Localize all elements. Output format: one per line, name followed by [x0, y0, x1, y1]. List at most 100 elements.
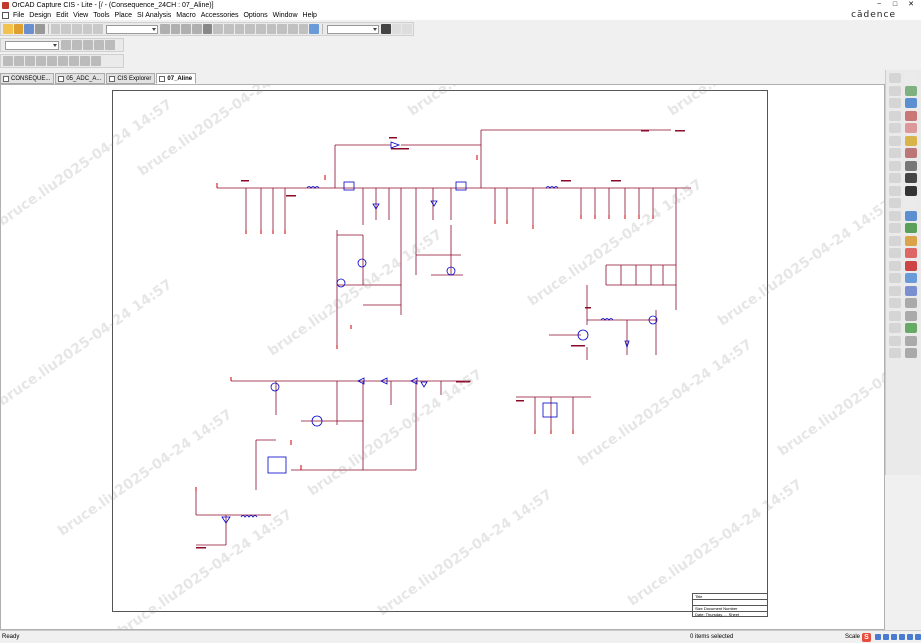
- align-center-icon[interactable]: [72, 40, 82, 50]
- paste-icon[interactable]: [71, 24, 82, 34]
- place-port-icon[interactable]: [905, 148, 917, 158]
- tag-icon[interactable]: [905, 235, 917, 246]
- power-icon[interactable]: [58, 56, 68, 66]
- part-combo[interactable]: [105, 24, 159, 34]
- grid-icon[interactable]: [213, 24, 224, 34]
- cut-icon[interactable]: [50, 24, 61, 34]
- place-off-page-icon[interactable]: [905, 160, 917, 171]
- place-power-icon[interactable]: [889, 135, 901, 146]
- place-wire-icon[interactable]: [889, 98, 901, 108]
- menu-edit[interactable]: Edit: [56, 12, 68, 19]
- delete-icon[interactable]: [905, 260, 917, 271]
- place-polyline-icon[interactable]: [905, 173, 917, 183]
- property-icon[interactable]: [889, 273, 901, 283]
- netalias-icon[interactable]: [47, 56, 57, 66]
- ime-mode-icon[interactable]: [875, 634, 882, 640]
- bookmark-icon[interactable]: [889, 235, 901, 246]
- junction-icon[interactable]: [36, 56, 46, 66]
- snap-icon[interactable]: [224, 24, 234, 34]
- ime-logo-icon[interactable]: S: [862, 632, 872, 642]
- tab-cis-explorer[interactable]: CIS Explorer: [106, 73, 156, 84]
- minimize-button[interactable]: −: [871, 0, 887, 10]
- place-ellipse-icon[interactable]: [905, 185, 917, 196]
- close-button[interactable]: ✕: [903, 0, 919, 10]
- menu-help[interactable]: Help: [303, 12, 317, 19]
- backannotate-icon[interactable]: [277, 24, 287, 34]
- undo-icon[interactable]: [82, 24, 93, 34]
- place-line-icon[interactable]: [889, 173, 901, 183]
- annotate-icon[interactable]: [245, 24, 255, 34]
- text-icon[interactable]: [91, 56, 101, 66]
- menu-accessories[interactable]: Accessories: [201, 12, 239, 19]
- copy-icon[interactable]: [61, 24, 71, 34]
- place-no-connect-icon[interactable]: [905, 123, 917, 133]
- settings-icon[interactable]: [905, 348, 917, 358]
- place-database-part-icon[interactable]: [905, 85, 917, 96]
- place-arc-icon[interactable]: [889, 198, 901, 208]
- tab-conseque[interactable]: CONSEQUE...: [0, 73, 55, 84]
- port-icon[interactable]: [80, 56, 90, 66]
- save-icon[interactable]: [24, 24, 34, 34]
- help-icon[interactable]: [309, 24, 319, 34]
- place-net-group-icon[interactable]: [905, 223, 917, 233]
- menu-design[interactable]: Design: [29, 12, 51, 19]
- keyboard-icon[interactable]: [899, 634, 906, 640]
- align-top-icon[interactable]: [94, 40, 104, 50]
- mirror-icon[interactable]: [905, 248, 917, 258]
- edit-icon[interactable]: [889, 260, 901, 271]
- select-icon[interactable]: [3, 56, 13, 66]
- place-part-icon[interactable]: [889, 85, 901, 96]
- align-right-icon[interactable]: [83, 40, 93, 50]
- open-icon[interactable]: [13, 24, 24, 34]
- bus-icon[interactable]: [25, 56, 35, 66]
- ime-punct-icon[interactable]: [883, 634, 890, 640]
- drag-icon[interactable]: [889, 298, 901, 308]
- search-next-icon[interactable]: [402, 24, 413, 34]
- zoom-all-icon[interactable]: [192, 24, 202, 34]
- visibility-icon[interactable]: [202, 24, 213, 34]
- schematic-canvas[interactable]: Title Size Document Number Date: Thursda…: [0, 84, 885, 630]
- place-ground-icon[interactable]: [905, 135, 917, 146]
- lock-icon[interactable]: [905, 335, 917, 346]
- search-prev-icon[interactable]: [391, 24, 402, 34]
- document-icon[interactable]: [2, 11, 9, 19]
- place-hierarchical-block-icon[interactable]: [889, 148, 901, 158]
- net-group-icon[interactable]: [889, 223, 901, 233]
- group-icon[interactable]: [905, 310, 917, 321]
- menu-file[interactable]: File: [13, 12, 24, 19]
- netlist-icon[interactable]: [255, 24, 266, 34]
- menu-options[interactable]: Options: [243, 12, 267, 19]
- wire-icon[interactable]: [14, 56, 24, 66]
- place-pin-icon[interactable]: [889, 160, 901, 171]
- more-tools-icon[interactable]: [889, 348, 901, 358]
- search-combo[interactable]: [326, 24, 380, 34]
- place-net-alias-icon[interactable]: [889, 110, 901, 121]
- menu-si-analysis[interactable]: SI Analysis: [137, 12, 171, 19]
- align-bottom-icon[interactable]: [105, 40, 115, 50]
- place-ieee-icon[interactable]: [905, 210, 917, 221]
- menu-window[interactable]: Window: [273, 12, 298, 19]
- maximize-button[interactable]: □: [887, 0, 903, 10]
- pointer-icon[interactable]: [889, 73, 901, 83]
- variant-icon[interactable]: [905, 273, 917, 283]
- snap-grid-icon[interactable]: [889, 285, 901, 296]
- layer-icon[interactable]: [889, 335, 901, 346]
- property-combo[interactable]: [5, 40, 59, 50]
- binoculars-icon[interactable]: [381, 24, 391, 34]
- redo-icon[interactable]: [93, 24, 103, 34]
- ungroup-icon[interactable]: [889, 323, 901, 333]
- zoom-in-icon[interactable]: [160, 24, 170, 34]
- tab-05-adc[interactable]: 05_ADC_A...: [55, 73, 106, 84]
- tools-icon[interactable]: [915, 634, 921, 640]
- color-icon[interactable]: [905, 323, 917, 333]
- microphone-icon[interactable]: [891, 634, 898, 640]
- menu-place[interactable]: Place: [115, 12, 133, 19]
- menu-view[interactable]: View: [73, 12, 88, 19]
- place-bus-entry-icon[interactable]: [905, 110, 917, 121]
- schematic-drawing[interactable]: [1, 85, 885, 630]
- select-icon[interactable]: [905, 73, 917, 83]
- zoom-area-icon[interactable]: [181, 24, 192, 34]
- zoom-out-icon[interactable]: [170, 24, 181, 34]
- print-icon[interactable]: [34, 24, 45, 34]
- new-icon[interactable]: [3, 24, 13, 34]
